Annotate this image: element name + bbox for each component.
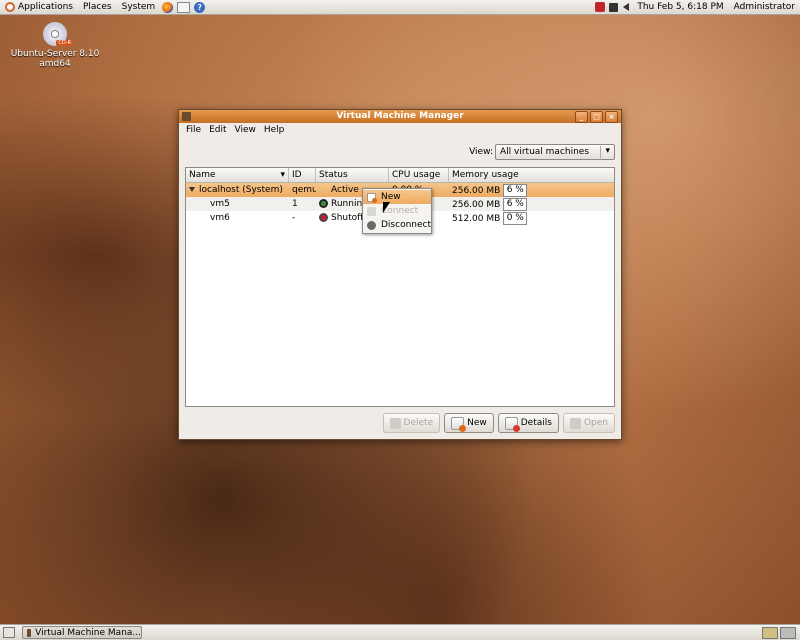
- row-mem-pct: 0 %: [503, 211, 528, 225]
- new-vm-icon: [451, 416, 467, 432]
- new-button[interactable]: New: [444, 413, 494, 433]
- button-bar: Delete New Details Open: [382, 413, 615, 433]
- clock[interactable]: Thu Feb 5, 6:18 PM: [632, 0, 728, 14]
- vm-list-header: Name ▾ ID Status CPU usage Memory usage: [186, 168, 614, 183]
- maximize-button[interactable]: □: [590, 111, 603, 123]
- minimize-button[interactable]: _: [575, 111, 588, 123]
- disconnect-icon: [367, 220, 376, 230]
- taskbar-vmm-label: Virtual Machine Mana...: [35, 627, 141, 638]
- system-tray: Thu Feb 5, 6:18 PM Administrator: [593, 0, 800, 14]
- help-icon[interactable]: ?: [194, 1, 206, 13]
- chevron-down-icon: ▾: [600, 146, 610, 158]
- column-memory[interactable]: Memory usage: [449, 168, 614, 182]
- expander-icon[interactable]: [189, 187, 195, 192]
- row-mem: 256.00 MB: [452, 185, 501, 196]
- row-name: vm5: [210, 199, 230, 209]
- desktop-cd-icon[interactable]: CD-R Ubuntu-Server 8.10 amd64: [10, 22, 100, 69]
- details-icon: [504, 416, 520, 432]
- bottom-panel: Virtual Machine Mana...: [0, 624, 800, 640]
- network-icon[interactable]: [609, 2, 619, 12]
- ubuntu-logo-icon: [5, 2, 15, 12]
- column-id[interactable]: ID: [289, 168, 316, 182]
- top-panel: Applications Places System ? Thu Feb 5, …: [0, 0, 800, 15]
- row-id: qemu: [292, 185, 316, 195]
- menu-file[interactable]: File: [182, 125, 205, 135]
- cd-badge: CD-R: [56, 40, 73, 46]
- mail-icon[interactable]: [177, 1, 191, 13]
- menu-help[interactable]: Help: [260, 125, 289, 135]
- column-status[interactable]: Status: [316, 168, 389, 182]
- column-cpu[interactable]: CPU usage: [389, 168, 449, 182]
- system-menu[interactable]: System: [117, 0, 161, 14]
- applications-menu[interactable]: Applications: [0, 0, 78, 14]
- view-select-value: All virtual machines: [500, 147, 590, 157]
- desktop-icon-label-1: Ubuntu-Server 8.10: [10, 49, 100, 59]
- user-switcher[interactable]: Administrator: [729, 0, 800, 14]
- view-filter: View: All virtual machines ▾: [469, 144, 615, 160]
- workspace-2[interactable]: [780, 627, 796, 639]
- delete-button[interactable]: Delete: [382, 413, 441, 433]
- update-notifier-icon[interactable]: [595, 2, 606, 12]
- row-mem-pct: 6 %: [503, 197, 528, 211]
- delete-icon: [389, 417, 401, 429]
- window-title: Virtual Machine Manager: [336, 111, 464, 121]
- desktop-icon-label-2: amd64: [39, 59, 71, 69]
- places-menu[interactable]: Places: [78, 0, 117, 14]
- vmm-window: Virtual Machine Manager _ □ × File Edit …: [178, 109, 622, 440]
- window-titlebar[interactable]: Virtual Machine Manager _ □ ×: [179, 110, 621, 123]
- view-select[interactable]: All virtual machines ▾: [495, 144, 615, 160]
- row-status: Shutoff: [331, 213, 364, 223]
- menubar: File Edit View Help: [179, 123, 621, 137]
- row-mem: 512.00 MB: [452, 213, 501, 224]
- vmm-task-icon: [27, 628, 32, 637]
- mouse-pointer-icon: [383, 202, 390, 213]
- firefox-icon[interactable]: [162, 1, 174, 13]
- column-name[interactable]: Name ▾: [186, 168, 289, 182]
- view-label: View:: [469, 147, 493, 157]
- context-menu: New Connect Disconnect: [362, 188, 432, 234]
- cd-icon: CD-R: [43, 22, 73, 46]
- details-button[interactable]: Details: [497, 413, 559, 433]
- menu-edit[interactable]: Edit: [205, 125, 230, 135]
- open-icon: [569, 417, 581, 429]
- new-vm-icon: [367, 192, 377, 203]
- show-desktop-icon[interactable]: [3, 627, 15, 638]
- volume-icon[interactable]: [623, 3, 630, 11]
- row-mem: 256.00 MB: [452, 199, 501, 210]
- close-button[interactable]: ×: [605, 111, 618, 123]
- sort-chevron-icon: ▾: [280, 170, 285, 180]
- row-name: vm6: [210, 213, 230, 223]
- context-menu-disconnect[interactable]: Disconnect: [363, 218, 431, 232]
- workspace-1[interactable]: [762, 627, 778, 639]
- context-menu-new[interactable]: New: [363, 190, 431, 204]
- row-id: -: [292, 213, 296, 223]
- taskbar-vmm[interactable]: Virtual Machine Mana...: [22, 626, 142, 639]
- window-menu-icon[interactable]: [182, 112, 191, 121]
- row-mem-pct: 6 %: [503, 183, 528, 197]
- row-name: localhost (System): [199, 185, 283, 195]
- menu-view[interactable]: View: [231, 125, 260, 135]
- open-button[interactable]: Open: [562, 413, 615, 433]
- shutoff-icon: [319, 213, 328, 222]
- connect-icon: [367, 206, 376, 216]
- applications-menu-label: Applications: [18, 2, 73, 12]
- running-icon: [319, 199, 328, 208]
- context-menu-connect[interactable]: Connect: [363, 204, 431, 218]
- row-id: 1: [292, 199, 298, 209]
